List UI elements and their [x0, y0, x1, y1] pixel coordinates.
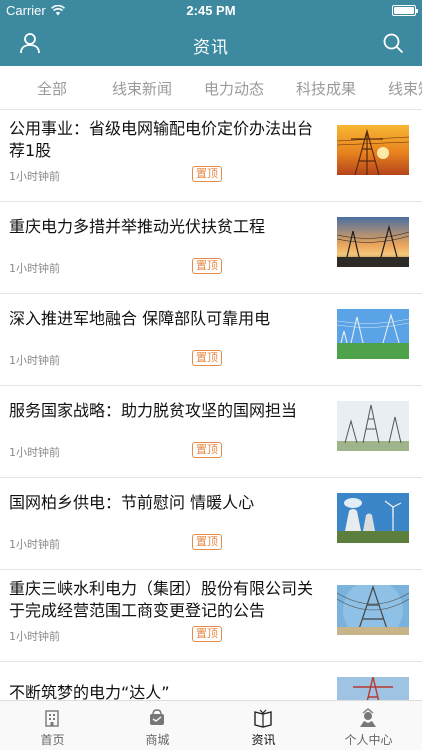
- news-time: 1小时钟前: [9, 446, 60, 459]
- news-item[interactable]: 深入推进军地融合 保障部队可靠用电 1小时钟前 置顶: [0, 294, 422, 386]
- news-time: 1小时钟前: [9, 630, 60, 643]
- home-building-icon: [45, 710, 59, 727]
- news-item[interactable]: 重庆三峡水利电力（集团）股份有限公司关于完成经营范围工商变更登记的公告 1小时钟…: [0, 570, 422, 662]
- news-title: 深入推进军地融合 保障部队可靠用电: [9, 309, 271, 328]
- tab-harness-news[interactable]: 线束新闻: [112, 78, 172, 99]
- pinned-badge: 置顶: [192, 534, 222, 550]
- news-item[interactable]: 重庆电力多措并举推动光伏扶贫工程 1小时钟前 置顶: [0, 202, 422, 294]
- news-time: 1小时钟前: [9, 354, 60, 367]
- shop-icon: [150, 709, 164, 725]
- pinned-badge: 置顶: [192, 350, 222, 366]
- tabbar-profile-label: 个人中心: [344, 733, 393, 747]
- nav-bar: 资讯: [0, 22, 422, 66]
- news-feed[interactable]: 公用事业：省级电网输配电价定价办法出台 荐1股 1小时钟前 置顶 重庆电力多措并…: [0, 110, 422, 700]
- pinned-badge: 置顶: [192, 626, 222, 642]
- pinned-badge: 置顶: [192, 166, 222, 182]
- news-title: 不断筑梦的电力“达人”: [9, 683, 170, 700]
- news-thumbnail: [337, 493, 409, 543]
- tab-bar: 首页 商城 资讯 个人中心: [0, 700, 422, 750]
- search-icon[interactable]: [382, 32, 404, 54]
- status-time: 2:45 PM: [186, 3, 236, 18]
- news-time: 1小时钟前: [9, 170, 60, 183]
- tab-all[interactable]: 全部: [37, 78, 67, 99]
- news-item[interactable]: 不断筑梦的电力“达人”: [0, 662, 422, 700]
- tabbar-news-label: 资讯: [251, 733, 276, 747]
- tabbar-news[interactable]: 资讯: [211, 701, 316, 750]
- news-thumbnail: [337, 585, 409, 635]
- news-title: 重庆三峡水利电力（集团）股份有限公司关于完成经营范围工商变更登记的公告: [9, 579, 314, 620]
- tab-harness-knowledge[interactable]: 线束知: [388, 78, 422, 99]
- page-title: 资讯: [193, 38, 229, 58]
- tabbar-home[interactable]: 首页: [0, 701, 105, 750]
- tab-tech-results[interactable]: 科技成果: [296, 78, 356, 99]
- news-thumbnail: [337, 677, 409, 700]
- news-thumbnail: [337, 125, 409, 175]
- news-book-icon: [254, 709, 272, 728]
- tabbar-shop[interactable]: 商城: [105, 701, 210, 750]
- news-thumbnail: [337, 309, 409, 359]
- news-item[interactable]: 服务国家战略：助力脱贫攻坚的国网担当 1小时钟前 置顶: [0, 386, 422, 478]
- news-title: 重庆电力多措并举推动光伏扶贫工程: [9, 217, 266, 236]
- pinned-badge: 置顶: [192, 258, 222, 274]
- news-title: 国网柏乡供电：节前慰问 情暖人心: [9, 493, 255, 512]
- pinned-badge: 置顶: [192, 442, 222, 458]
- news-time: 1小时钟前: [9, 538, 60, 551]
- news-thumbnail: [337, 401, 409, 451]
- news-time: 1小时钟前: [9, 262, 60, 275]
- news-item[interactable]: 国网柏乡供电：节前慰问 情暖人心 1小时钟前 置顶: [0, 478, 422, 570]
- tabbar-home-label: 首页: [40, 733, 65, 747]
- news-title: 公用事业：省级电网输配电价定价办法出台 荐1股: [9, 119, 314, 160]
- battery-icon: [392, 5, 418, 16]
- news-title: 服务国家战略：助力脱贫攻坚的国网担当: [9, 401, 298, 420]
- profile-icon: [360, 708, 376, 727]
- news-item[interactable]: 公用事业：省级电网输配电价定价办法出台 荐1股 1小时钟前 置顶: [0, 110, 422, 202]
- tab-power-updates[interactable]: 电力动态: [204, 78, 264, 99]
- category-tabs: 全部 线束新闻 电力动态 科技成果 线束知: [0, 66, 422, 110]
- news-thumbnail: [337, 217, 409, 267]
- tabbar-profile[interactable]: 个人中心: [316, 701, 421, 750]
- status-bar: Carrier 2:45 PM: [0, 0, 422, 22]
- tabbar-shop-label: 商城: [145, 733, 170, 747]
